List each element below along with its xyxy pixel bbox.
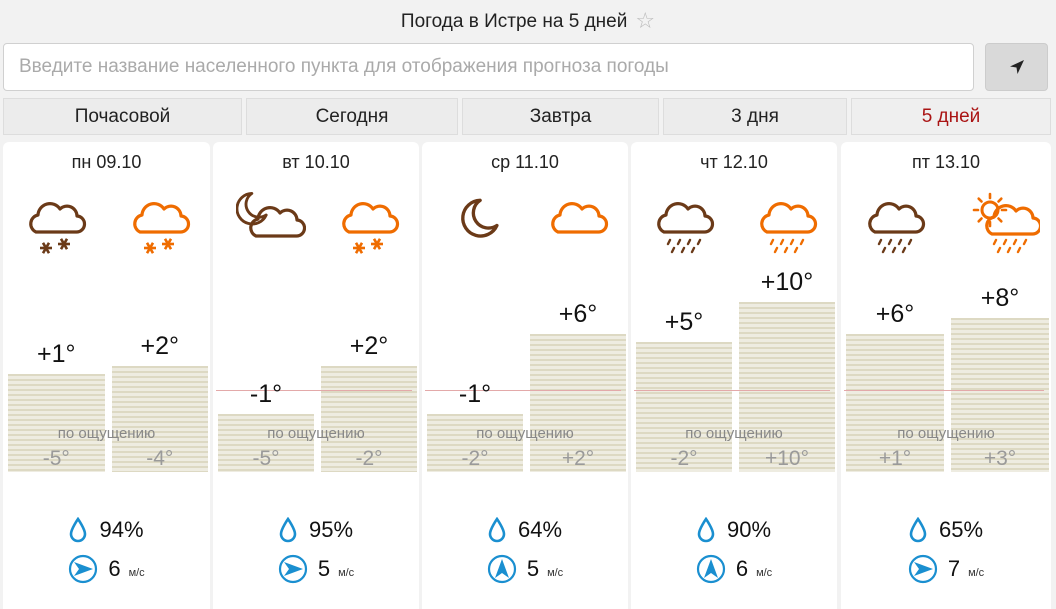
humidity-row: 94% <box>3 517 210 543</box>
humidity-drop-icon <box>909 517 927 543</box>
night-feels-like: -2° <box>461 447 489 470</box>
wind-direction-icon <box>68 554 98 584</box>
feels-like-label: по ощущению <box>897 425 995 442</box>
cloud-rain-night-icon <box>865 190 935 270</box>
favorite-star-icon[interactable]: ☆ <box>635 8 655 33</box>
wind-speed: 7 <box>947 556 961 581</box>
night-feels-like: +1° <box>878 447 912 470</box>
day-temp: +6° <box>558 300 598 328</box>
wind-speed: 6 <box>108 556 121 581</box>
night-feels-like: -2° <box>670 447 698 470</box>
feels-like-label: по ощущению <box>685 425 783 442</box>
wind-unit: м/с <box>547 567 564 579</box>
wind-row: 6 м/с <box>631 554 837 584</box>
day-temp: +2° <box>349 332 389 360</box>
day-temp: +8° <box>980 284 1020 312</box>
humidity-drop-icon <box>279 517 297 543</box>
cloud-snow-night-icon <box>26 190 96 270</box>
humidity-row: 90% <box>631 517 837 543</box>
humidity-row: 95% <box>213 517 419 543</box>
day-feels-like: -4° <box>146 447 174 470</box>
feels-like-label: по ощущению <box>267 425 365 442</box>
wind-speed: 5 <box>526 556 540 581</box>
cloud-snow-day-icon <box>339 190 409 270</box>
cloud-rain-night-icon <box>654 190 724 270</box>
page-title: Погода в Истре на 5 дней <box>400 11 628 32</box>
cloud-day-icon <box>548 190 618 270</box>
humidity-drop-icon <box>488 517 506 543</box>
tab-hourly[interactable]: Почасовой <box>3 98 242 135</box>
day-date: вт 10.10 <box>282 152 350 172</box>
wind-direction-icon <box>487 554 517 584</box>
cloud-snow-day-icon <box>130 190 200 270</box>
wind-unit: м/с <box>128 567 145 579</box>
humidity-drop-icon <box>697 517 715 543</box>
day-temp: +10° <box>760 268 814 296</box>
humidity-drop-icon <box>69 517 87 543</box>
wind-unit: м/с <box>338 567 355 579</box>
zero-line <box>634 390 830 391</box>
humidity-value: 65% <box>938 517 984 542</box>
feels-like-label: по ощущению <box>57 425 156 442</box>
wind-row: 7 м/с <box>841 554 1051 584</box>
cloud-rain-day-icon <box>757 190 827 270</box>
wind-unit: м/с <box>756 567 773 579</box>
city-search-input[interactable] <box>3 43 974 91</box>
wind-speed: 6 <box>735 556 749 581</box>
day-date: пт 13.10 <box>911 152 981 172</box>
moon-cloud-night-icon <box>235 190 307 270</box>
tab-3-days[interactable]: 3 дня <box>663 98 847 135</box>
wind-direction-icon <box>696 554 726 584</box>
day-date: ср 11.10 <box>491 152 559 172</box>
wind-row: 6 м/с <box>3 554 210 584</box>
night-temp: -1° <box>249 380 283 408</box>
night-temp: +6° <box>875 300 915 328</box>
forecast-tabs: Почасовой Сегодня Завтра 3 дня 5 дней <box>0 98 1056 135</box>
wind-row: 5 м/с <box>422 554 628 584</box>
humidity-value: 95% <box>308 517 354 542</box>
sun-cloud-rain-day-icon <box>970 190 1043 270</box>
wind-row: 5 м/с <box>213 554 419 584</box>
day-temp: +2° <box>140 332 179 360</box>
wind-direction-icon <box>278 554 308 584</box>
moon-night-icon <box>445 190 515 270</box>
day-feels-like: -2° <box>355 447 383 470</box>
wind-unit: м/с <box>968 567 985 579</box>
wind-speed: 5 <box>317 556 331 581</box>
day-feels-like: +10° <box>764 447 810 470</box>
tab-today[interactable]: Сегодня <box>246 98 458 135</box>
day-card: вт 10.10 -1° +2° по ощущению -5° -2° 95% 5 м/с <box>213 142 419 609</box>
night-temp: +5° <box>664 308 704 336</box>
wind-direction-icon <box>908 554 938 584</box>
day-date: пн 09.10 <box>71 152 142 172</box>
tab-tomorrow[interactable]: Завтра <box>462 98 659 135</box>
humidity-value: 94% <box>99 517 144 542</box>
day-date: чт 12.10 <box>700 152 768 172</box>
geolocate-button[interactable] <box>985 43 1048 91</box>
night-feels-like: -5° <box>252 447 280 470</box>
tab-5-days[interactable]: 5 дней <box>851 98 1051 135</box>
day-feels-like: +2° <box>561 447 595 470</box>
humidity-row: 65% <box>841 517 1051 543</box>
day-card: пт 13.10 +6° +8° по ощущению +1° +3° 65% 7 м/с <box>841 142 1051 609</box>
night-feels-like: -5° <box>42 447 70 470</box>
feels-like-label: по ощущению <box>476 425 574 442</box>
day-card: пн 09.10 +1° +2° по ощущению -5° -4° 94% 6 м/с <box>3 142 210 609</box>
humidity-value: 64% <box>517 517 563 542</box>
day-feels-like: +3° <box>983 447 1017 470</box>
humidity-row: 64% <box>422 517 628 543</box>
night-temp: +1° <box>36 340 76 368</box>
day-card: ср 11.10 -1° +6° по ощущению -2° +2° 64% 5 м/с <box>422 142 628 609</box>
navigation-arrow-icon <box>1009 60 1024 74</box>
night-temp: -1° <box>458 380 492 408</box>
humidity-value: 90% <box>726 517 772 542</box>
zero-line <box>844 390 1044 391</box>
page-title-row: Погода в Истре на 5 дней ☆ <box>0 8 1056 34</box>
day-card: чт 12.10 +5° +10° по ощущению -2° +10° 90% 6 м/с <box>631 142 837 609</box>
